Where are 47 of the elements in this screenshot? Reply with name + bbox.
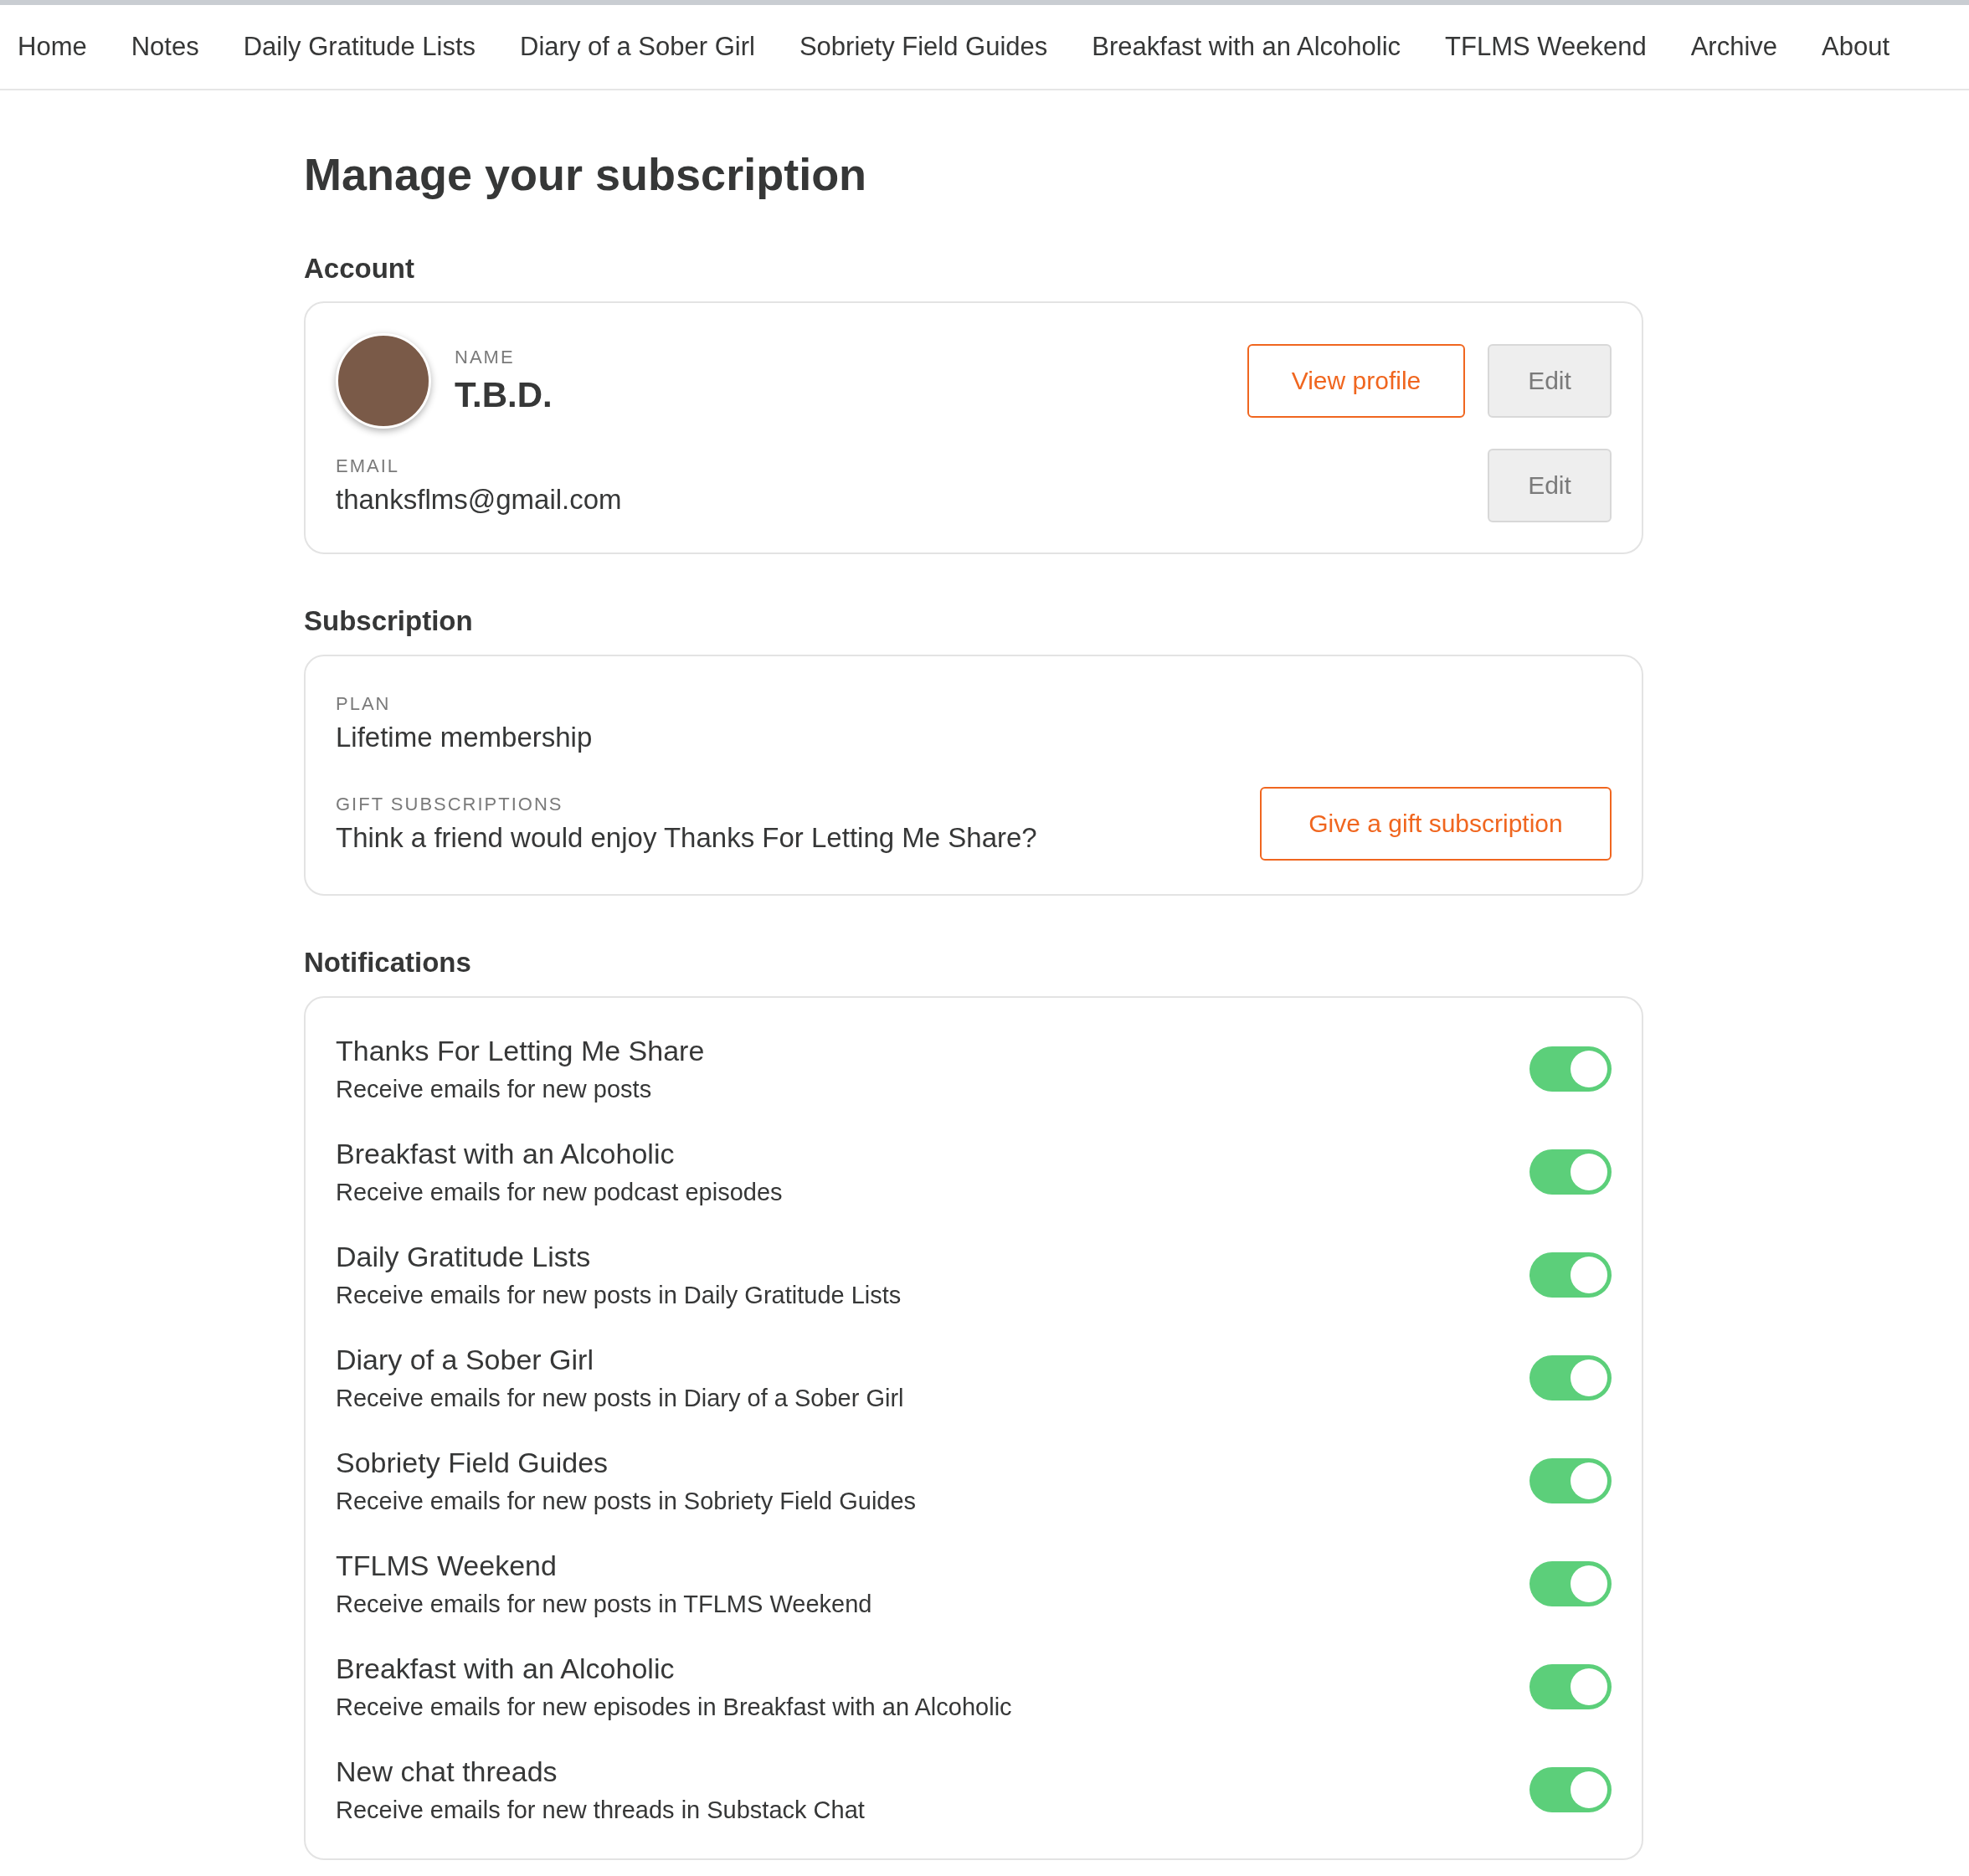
notification-description: Receive emails for new podcast episodes — [336, 1179, 784, 1207]
toggle-switch[interactable] — [1529, 1561, 1612, 1607]
notification-description: Receive emails for new episodes in Breakfast with an Alcoholic — [336, 1694, 1013, 1722]
toggle-switch[interactable] — [1529, 1458, 1612, 1504]
notification-title: New chat threads — [336, 1755, 558, 1789]
nav-link[interactable]: Notes — [131, 32, 199, 62]
email-value: thanksflms@gmail.com — [336, 484, 623, 517]
toggle-switch[interactable] — [1529, 1767, 1612, 1813]
field-label: PLAN — [336, 693, 392, 715]
account-name: T.B.D. — [455, 375, 553, 416]
section-heading: Account — [304, 251, 415, 285]
nav-link[interactable]: Home — [18, 32, 87, 62]
section-heading: Notifications — [304, 946, 472, 979]
field-label: NAME — [455, 347, 516, 369]
nav-link[interactable]: Diary of a Sober Girl — [520, 32, 755, 62]
page-title: Manage your subscription — [304, 148, 868, 201]
field-label: EMAIL — [336, 455, 401, 478]
toggle-switch[interactable] — [1529, 1664, 1612, 1710]
nav-link[interactable]: Archive — [1690, 32, 1778, 62]
nav-link[interactable]: Breakfast with an Alcoholic — [1092, 32, 1401, 62]
nav-link[interactable]: TFLMS Weekend — [1445, 32, 1647, 62]
notification-title: Daily Gratitude Lists — [336, 1241, 592, 1274]
notification-description: Receive emails for new posts in Daily Gratitude Lists — [336, 1282, 902, 1310]
edit-button[interactable]: Edit — [1488, 344, 1612, 419]
notification-description: Receive emails for new threads in Substack Chat — [336, 1796, 866, 1825]
edit-button[interactable]: Edit — [1488, 449, 1612, 523]
toggle-switch[interactable] — [1529, 1149, 1612, 1195]
notification-title: Sobriety Field Guides — [336, 1447, 609, 1480]
nav-link[interactable]: Daily Gratitude Lists — [243, 32, 476, 62]
notification-title: Diary of a Sober Girl — [336, 1344, 594, 1377]
toggle-switch[interactable] — [1529, 1355, 1612, 1401]
notification-description: Receive emails for new posts — [336, 1076, 653, 1104]
toggle-switch[interactable] — [1529, 1046, 1612, 1092]
gift-text: Think a friend would enjoy Thanks For Letting Me Share? — [336, 822, 1038, 854]
notification-title: Breakfast with an Alcoholic — [336, 1138, 676, 1171]
toggle-switch[interactable] — [1529, 1252, 1612, 1298]
notification-description: Receive emails for new posts in Sobriety Field Guides — [336, 1488, 918, 1516]
nav-link[interactable]: Sobriety Field Guides — [799, 32, 1048, 62]
section-heading: Subscription — [304, 604, 474, 638]
notification-title: Breakfast with an Alcoholic — [336, 1652, 676, 1686]
notification-description: Receive emails for new posts in Diary of a Sober Girl — [336, 1385, 905, 1413]
nav-link[interactable]: About — [1822, 32, 1890, 62]
notification-title: Thanks For Letting Me Share — [336, 1035, 706, 1068]
notification-description: Receive emails for new posts in TFLMS Weekend — [336, 1591, 873, 1619]
notification-title: TFLMS Weekend — [336, 1550, 558, 1583]
plan-value: Lifetime membership — [336, 722, 594, 753]
field-label: GIFT SUBSCRIPTIONS — [336, 794, 564, 815]
